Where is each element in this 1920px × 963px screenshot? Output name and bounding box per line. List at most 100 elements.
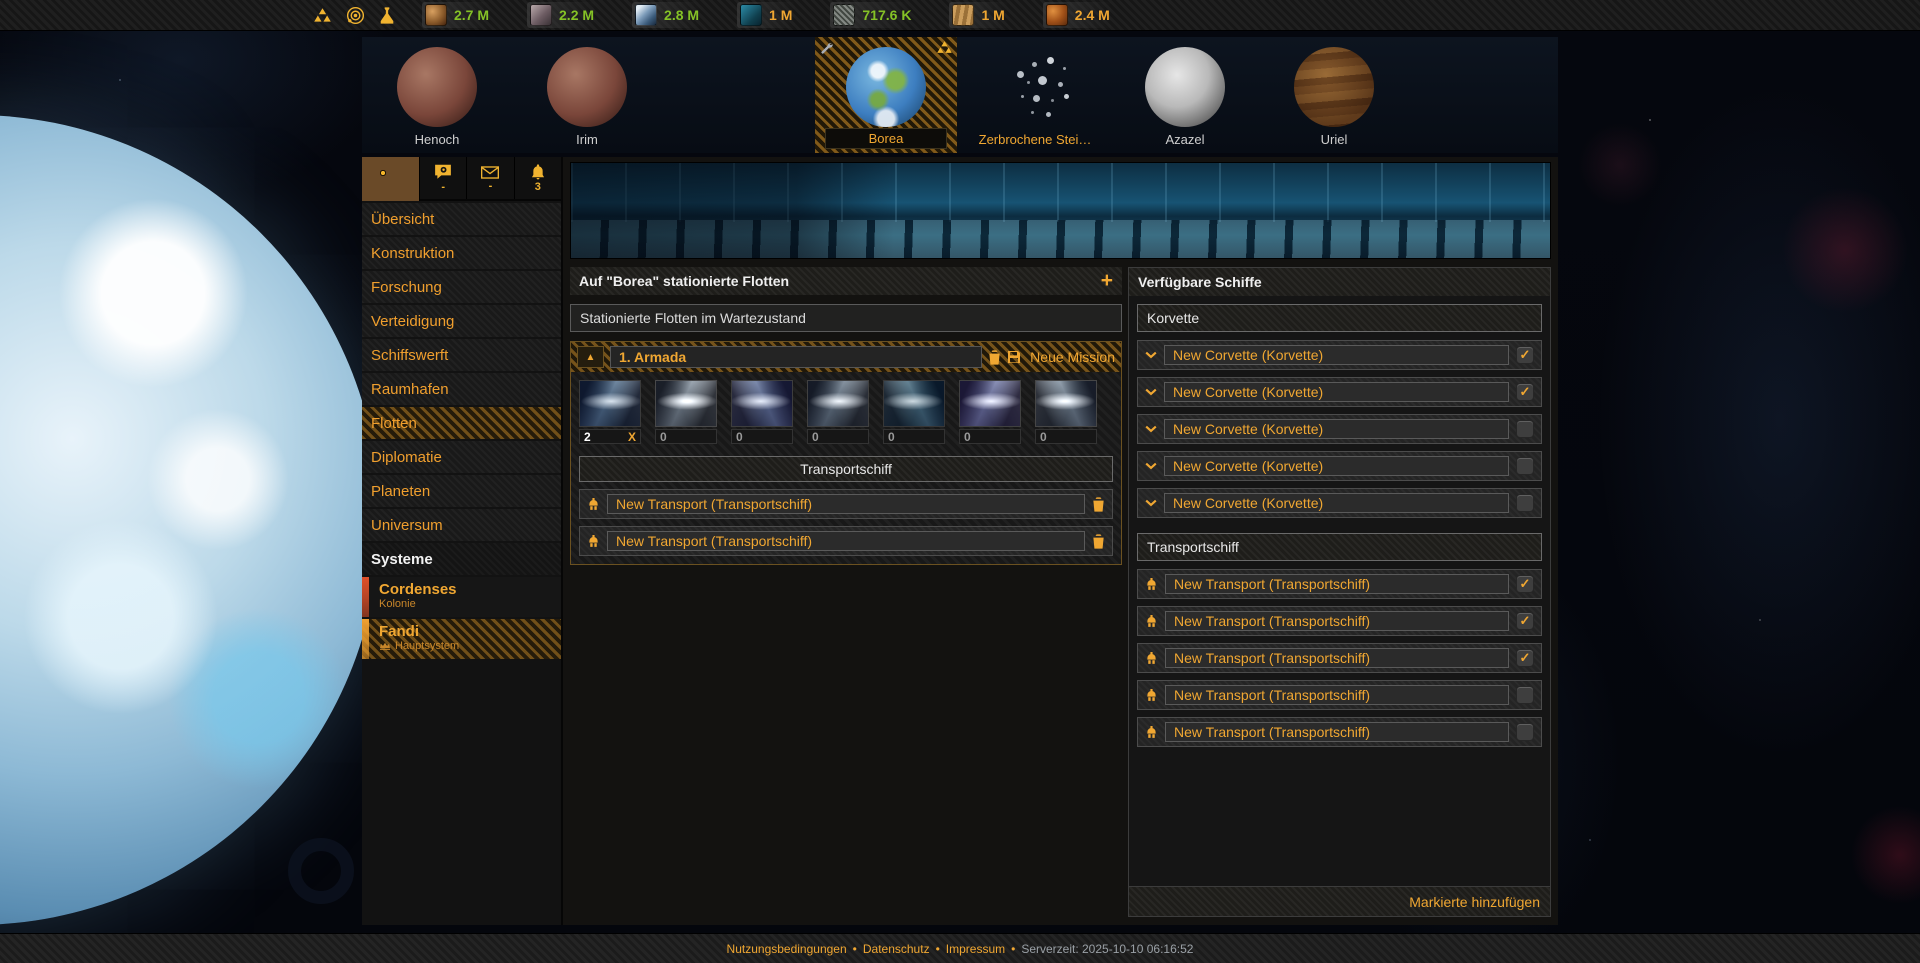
ship-class-slot-2[interactable]: 0 <box>655 380 717 444</box>
planet-tab-Azazel[interactable]: Azazel <box>1114 37 1256 153</box>
remove-ship-icon[interactable] <box>1092 497 1105 512</box>
chevron-down-icon[interactable] <box>1145 499 1157 507</box>
ship-class-slot-3[interactable]: 0 <box>731 380 793 444</box>
dock-icon[interactable] <box>1145 726 1158 739</box>
fleet-ship-label[interactable]: New Transport (Transportschiff) <box>607 531 1085 551</box>
mail-icon <box>481 166 499 179</box>
comm-mail-icon[interactable]: - <box>467 157 514 199</box>
dock-icon[interactable] <box>1145 578 1158 591</box>
planet-tab-Irim[interactable]: Irim <box>516 37 658 153</box>
ship-checkbox[interactable] <box>1516 686 1534 704</box>
sidebar-item-konstruktion[interactable]: Konstruktion <box>362 237 561 269</box>
planet-tab-Henoch[interactable]: Henoch <box>366 37 508 153</box>
ship-checkbox[interactable]: ✓ <box>1516 612 1534 630</box>
resource-food[interactable]: 2.7 M <box>422 2 503 28</box>
new-mission-button[interactable]: Neue Mission <box>1030 349 1115 365</box>
ship-checkbox[interactable] <box>1516 723 1534 741</box>
dock-icon[interactable] <box>1145 652 1158 665</box>
system-item-cordenses[interactable]: Cordenses Kolonie <box>362 577 561 617</box>
available-ship-label[interactable]: New Transport (Transportschiff) <box>1165 574 1509 594</box>
avatar[interactable] <box>362 157 420 201</box>
available-ship-label[interactable]: New Corvette (Korvette) <box>1164 456 1509 476</box>
chevron-down-icon[interactable] <box>1145 425 1157 433</box>
add-fleet-button[interactable]: + <box>1101 271 1113 291</box>
footer-separator: • <box>1011 942 1015 956</box>
comm-bell-icon[interactable]: 3 <box>515 157 561 199</box>
delete-fleet-icon[interactable] <box>988 350 1001 365</box>
stationed-fleets-title: Auf "Borea" stationierte Flotten <box>579 273 789 289</box>
resource-value: 2.2 M <box>559 7 594 23</box>
footer-link-impressum[interactable]: Impressum <box>946 942 1005 956</box>
sidebar-item-raumhafen[interactable]: Raumhafen <box>362 373 561 405</box>
resource-value: 2.4 M <box>1075 7 1110 23</box>
orbit-icon[interactable] <box>346 6 365 25</box>
system-color-bar <box>362 577 369 617</box>
warning-icon <box>937 41 952 59</box>
fleet-ship-label[interactable]: New Transport (Transportschiff) <box>607 494 1085 514</box>
ship-checkbox[interactable] <box>1516 420 1534 438</box>
system-name: Cordenses <box>379 581 457 598</box>
resource-livestock[interactable]: 2.2 M <box>527 2 608 28</box>
available-ship-label[interactable]: New Corvette (Korvette) <box>1164 419 1509 439</box>
sidebar-item-diplomatie[interactable]: Diplomatie <box>362 441 561 473</box>
available-ship-row: New Transport (Transportschiff) <box>1137 680 1542 710</box>
ship-class-slot-1[interactable]: 2X <box>579 380 641 444</box>
sidebar-item-forschung[interactable]: Forschung <box>362 271 561 303</box>
available-ship-label[interactable]: New Corvette (Korvette) <box>1164 382 1509 402</box>
ship-class-slot-7[interactable]: 0 <box>1035 380 1097 444</box>
planet-tab-ZerbrocheneStei[interactable]: Zerbrochene Stei… <box>964 37 1106 153</box>
radiation-icon[interactable] <box>314 8 331 23</box>
ship-class-slot-5[interactable]: 0 <box>883 380 945 444</box>
ship-checkbox[interactable] <box>1516 494 1534 512</box>
chevron-down-icon[interactable] <box>1145 462 1157 470</box>
ship-checkbox[interactable]: ✓ <box>1516 346 1534 364</box>
sidebar-item-schiffswerft[interactable]: Schiffswerft <box>362 339 561 371</box>
collapse-fleet-button[interactable]: ▲ <box>577 346 604 368</box>
resource-value: 2.8 M <box>664 7 699 23</box>
resource-crystal[interactable]: 2.8 M <box>632 2 713 28</box>
flask-icon[interactable] <box>380 7 394 24</box>
ship-checkbox[interactable]: ✓ <box>1516 383 1534 401</box>
sidebar-item-flotten[interactable]: Flotten <box>362 407 561 439</box>
sidebar-item-planeten[interactable]: Planeten <box>362 475 561 507</box>
chevron-down-icon[interactable] <box>1145 351 1157 359</box>
footer-link-nutzungsbedingungen[interactable]: Nutzungsbedingungen <box>727 942 847 956</box>
ship-checkbox[interactable]: ✓ <box>1516 575 1534 593</box>
available-ship-label[interactable]: New Transport (Transportschiff) <box>1165 611 1509 631</box>
planet-tab-Uriel[interactable]: Uriel <box>1263 37 1405 153</box>
resource-ore[interactable]: 717.6 K <box>830 2 925 28</box>
ship-class-slot-4[interactable]: 0 <box>807 380 869 444</box>
planet-tab-Borea[interactable]: Borea <box>815 37 957 153</box>
system-item-fandi[interactable]: Fandi Hauptsystem <box>362 619 561 659</box>
fleet-name[interactable]: 1. Armada <box>610 346 982 368</box>
chevron-down-icon[interactable] <box>1145 388 1157 396</box>
remove-ships-button[interactable]: X <box>628 430 636 444</box>
sidebar-item-übersicht[interactable]: Übersicht <box>362 203 561 235</box>
planet-image-gas <box>1294 47 1374 127</box>
available-ship-label[interactable]: New Transport (Transportschiff) <box>1165 648 1509 668</box>
available-ship-label[interactable]: New Corvette (Korvette) <box>1164 345 1509 365</box>
comm-chat-icon[interactable]: - <box>420 157 467 199</box>
add-marked-button[interactable]: Markierte hinzufügen <box>1409 894 1540 910</box>
dock-icon[interactable] <box>1145 615 1158 628</box>
sidebar-item-verteidigung[interactable]: Verteidigung <box>362 305 561 337</box>
resource-wood[interactable]: 1 M <box>949 2 1018 28</box>
resource-water[interactable]: 1 M <box>737 2 806 28</box>
available-ship-row: New Transport (Transportschiff) ✓ <box>1137 643 1542 673</box>
available-ship-row: New Transport (Transportschiff) <box>1137 717 1542 747</box>
sidebar-menu: ÜbersichtKonstruktionForschungVerteidigu… <box>362 203 561 541</box>
footer-link-datenschutz[interactable]: Datenschutz <box>863 942 930 956</box>
resource-clay[interactable]: 2.4 M <box>1043 2 1124 28</box>
available-ship-label[interactable]: New Transport (Transportschiff) <box>1165 722 1509 742</box>
dock-icon <box>587 498 600 511</box>
available-ship-label[interactable]: New Corvette (Korvette) <box>1164 493 1509 513</box>
ship-checkbox[interactable] <box>1516 457 1534 475</box>
ship-checkbox[interactable]: ✓ <box>1516 649 1534 667</box>
ship-class-slot-6[interactable]: 0 <box>959 380 1021 444</box>
sidebar-item-universum[interactable]: Universum <box>362 509 561 541</box>
remove-ship-icon[interactable] <box>1092 534 1105 549</box>
available-ship-label[interactable]: New Transport (Transportschiff) <box>1165 685 1509 705</box>
dock-icon[interactable] <box>1145 689 1158 702</box>
save-fleet-icon[interactable] <box>1007 350 1021 364</box>
ship-class-count: 0 <box>731 429 793 444</box>
